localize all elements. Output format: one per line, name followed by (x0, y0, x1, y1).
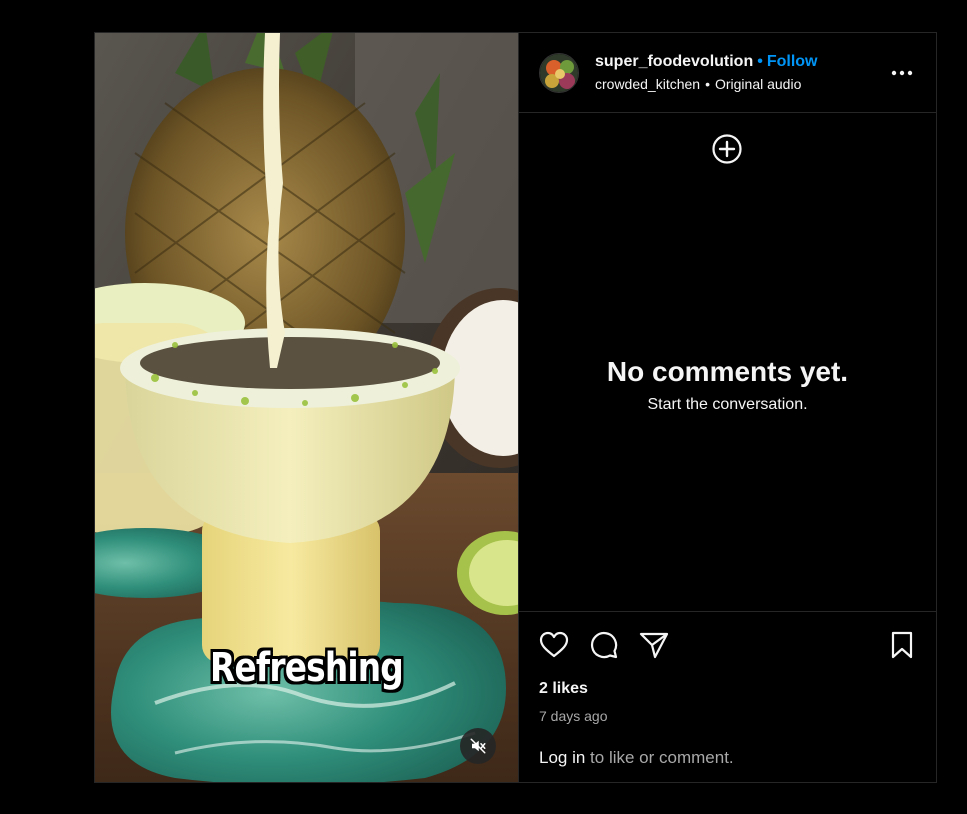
more-horizontal-icon (891, 70, 913, 76)
save-button[interactable] (888, 629, 916, 661)
post-header: super_foodevolution • Follow crowded_kitch… (519, 33, 936, 113)
post-dialog: Refreshing super_foodevolution • Follow … (94, 32, 937, 783)
comment-icon (590, 631, 618, 659)
action-bar (539, 612, 916, 678)
like-button[interactable] (539, 629, 571, 661)
avatar-image (540, 53, 578, 92)
login-prompt-text: to like or comment. (585, 748, 734, 767)
likes-count[interactable]: 2 likes (539, 680, 916, 698)
share-button[interactable] (639, 629, 671, 661)
more-options-button[interactable] (890, 61, 914, 85)
add-comment-button[interactable] (711, 133, 743, 165)
comments-section: No comments yet. Start the conversation. (519, 113, 936, 611)
comment-button[interactable] (589, 629, 621, 661)
empty-comments-state: No comments yet. Start the conversation. (519, 356, 936, 414)
speaker-muted-icon (470, 738, 486, 754)
audio-author-link[interactable]: crowded_kitchen (595, 76, 700, 92)
separator-dot: • (757, 52, 763, 70)
empty-comments-subtitle: Start the conversation. (647, 396, 808, 413)
plus-circle-icon (712, 134, 742, 164)
bookmark-icon (891, 631, 913, 659)
avatar[interactable] (539, 52, 579, 93)
mute-button[interactable] (460, 728, 496, 764)
empty-comments-title: No comments yet. (606, 356, 849, 387)
username-link[interactable]: super_foodevolution (595, 53, 753, 70)
audio-separator: • (705, 75, 710, 92)
follow-button[interactable]: Follow (767, 53, 818, 70)
post-author-info: super_foodevolution • Follow crowded_kitch… (595, 52, 818, 94)
login-prompt: Log in to like or comment. (539, 748, 734, 768)
login-link[interactable]: Log in (539, 748, 585, 767)
video-caption-overlay: Refreshing (210, 645, 404, 691)
heart-icon (539, 631, 569, 658)
post-media[interactable]: Refreshing (95, 33, 518, 782)
share-icon (639, 632, 669, 659)
post-sidebar: super_foodevolution • Follow crowded_kitch… (518, 33, 936, 782)
post-timestamp[interactable]: 7 days ago (539, 708, 916, 724)
post-footer: 2 likes 7 days ago Log in to like or com… (519, 611, 936, 782)
original-audio-link[interactable]: Original audio (715, 76, 801, 92)
